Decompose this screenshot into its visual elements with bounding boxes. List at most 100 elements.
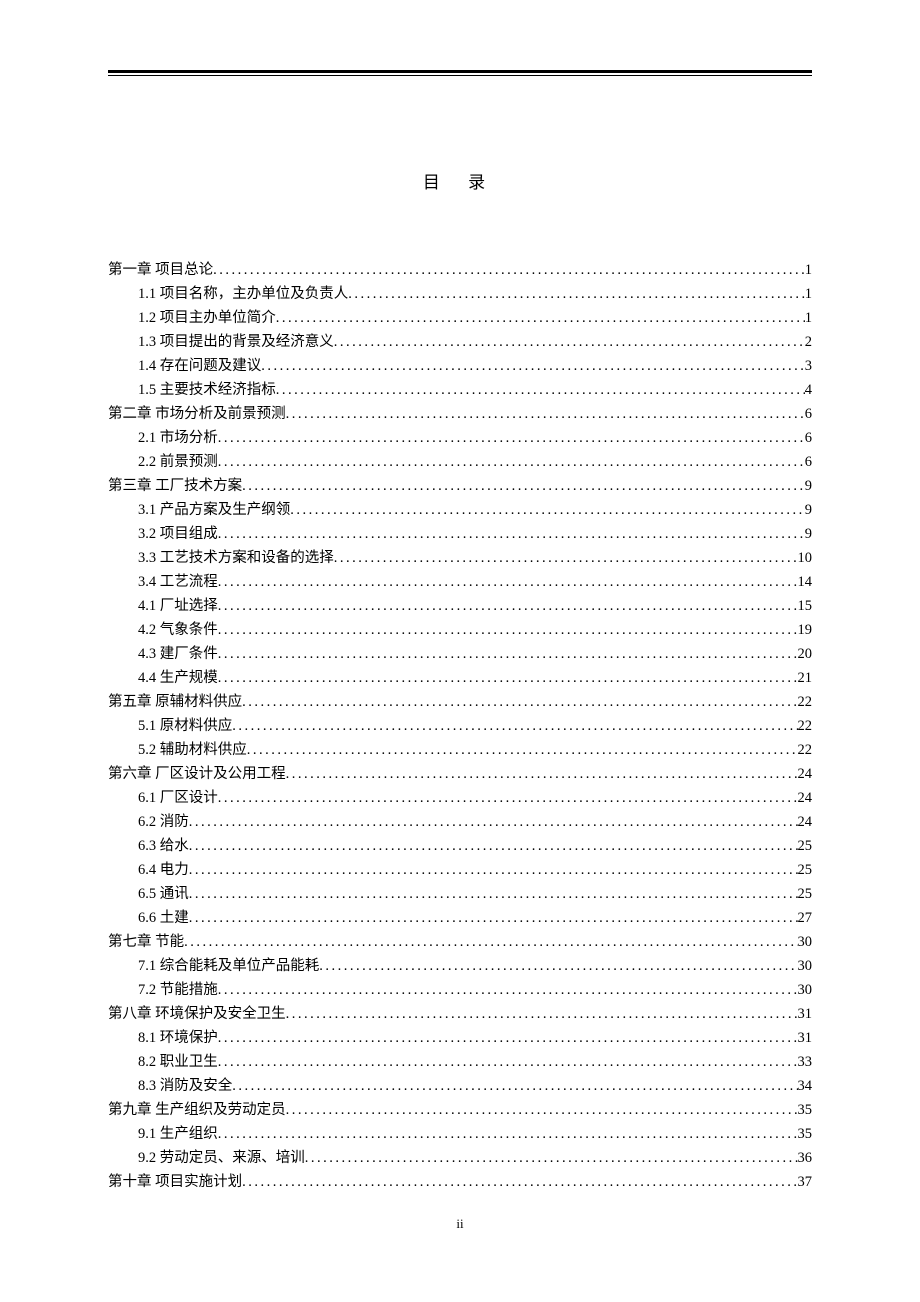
toc-entry-label[interactable]: 3.1 产品方案及生产纲领 bbox=[138, 503, 290, 518]
toc-entry-page[interactable]: 33 bbox=[798, 1055, 813, 1070]
toc-leader-dots bbox=[189, 815, 798, 830]
toc-entry: 1.1 项目名称，主办单位及负责人 1 bbox=[108, 287, 812, 302]
toc-entry-page[interactable]: 27 bbox=[798, 911, 813, 926]
toc-entry-label[interactable]: 第三章 工厂技术方案 bbox=[108, 479, 242, 494]
toc-entry-label[interactable]: 6.2 消防 bbox=[138, 815, 189, 830]
toc-entry-page[interactable]: 9 bbox=[805, 503, 812, 518]
toc-entry-label[interactable]: 6.1 厂区设计 bbox=[138, 791, 218, 806]
toc-entry-page[interactable]: 20 bbox=[798, 647, 813, 662]
toc-entry-page[interactable]: 22 bbox=[798, 695, 813, 710]
table-of-contents: 第一章 项目总论 11.1 项目名称，主办单位及负责人 11.2 项目主办单位简… bbox=[108, 263, 812, 1190]
toc-entry-page[interactable]: 30 bbox=[798, 959, 813, 974]
toc-entry-page[interactable]: 22 bbox=[798, 743, 813, 758]
toc-entry-label[interactable]: 9.2 劳动定员、来源、培训 bbox=[138, 1151, 305, 1166]
toc-entry-label[interactable]: 4.1 厂址选择 bbox=[138, 599, 218, 614]
toc-entry-page[interactable]: 6 bbox=[805, 431, 812, 446]
toc-entry-label[interactable]: 1.2 项目主办单位简介 bbox=[138, 311, 276, 326]
toc-leader-dots bbox=[305, 1151, 798, 1166]
toc-entry-label[interactable]: 第五章 原辅材料供应 bbox=[108, 695, 242, 710]
toc-entry-label[interactable]: 6.6 土建 bbox=[138, 911, 189, 926]
toc-entry-label[interactable]: 6.5 通讯 bbox=[138, 887, 189, 902]
toc-entry: 9.2 劳动定员、来源、培训 36 bbox=[108, 1151, 812, 1166]
toc-entry-page[interactable]: 4 bbox=[805, 383, 812, 398]
toc-entry-label[interactable]: 第七章 节能 bbox=[108, 935, 184, 950]
toc-entry-page[interactable]: 21 bbox=[798, 671, 813, 686]
toc-entry-page[interactable]: 2 bbox=[805, 335, 812, 350]
toc-entry-page[interactable]: 9 bbox=[805, 527, 812, 542]
toc-entry-page[interactable]: 6 bbox=[805, 455, 812, 470]
toc-entry-page[interactable]: 24 bbox=[798, 767, 813, 782]
toc-entry-label[interactable]: 第二章 市场分析及前景预测 bbox=[108, 407, 286, 422]
toc-entry-page[interactable]: 14 bbox=[798, 575, 813, 590]
toc-entry-label[interactable]: 3.2 项目组成 bbox=[138, 527, 218, 542]
toc-entry-label[interactable]: 第八章 环境保护及安全卫生 bbox=[108, 1007, 286, 1022]
toc-entry-label[interactable]: 3.4 工艺流程 bbox=[138, 575, 218, 590]
toc-entry-page[interactable]: 31 bbox=[798, 1007, 813, 1022]
toc-entry: 8.1 环境保护 31 bbox=[108, 1031, 812, 1046]
toc-entry-label[interactable]: 1.4 存在问题及建议 bbox=[138, 359, 261, 374]
toc-entry-page[interactable]: 6 bbox=[805, 407, 812, 422]
toc-entry-label[interactable]: 8.2 职业卫生 bbox=[138, 1055, 218, 1070]
toc-entry-label[interactable]: 1.5 主要技术经济指标 bbox=[138, 383, 276, 398]
toc-entry-page[interactable]: 24 bbox=[798, 791, 813, 806]
toc-entry-label[interactable]: 3.3 工艺技术方案和设备的选择 bbox=[138, 551, 334, 566]
toc-entry-page[interactable]: 22 bbox=[798, 719, 813, 734]
toc-entry-label[interactable]: 7.1 综合能耗及单位产品能耗 bbox=[138, 959, 319, 974]
toc-entry-page[interactable]: 25 bbox=[798, 887, 813, 902]
toc-entry: 第二章 市场分析及前景预测 6 bbox=[108, 407, 812, 422]
toc-entry-page[interactable]: 1 bbox=[805, 311, 812, 326]
toc-entry-label[interactable]: 4.3 建厂条件 bbox=[138, 647, 218, 662]
toc-entry-label[interactable]: 8.3 消防及安全 bbox=[138, 1079, 232, 1094]
toc-entry: 7.1 综合能耗及单位产品能耗 30 bbox=[108, 959, 812, 974]
toc-entry-label[interactable]: 7.2 节能措施 bbox=[138, 983, 218, 998]
toc-entry-page[interactable]: 15 bbox=[798, 599, 813, 614]
toc-entry-page[interactable]: 25 bbox=[798, 863, 813, 878]
toc-entry-label[interactable]: 1.1 项目名称，主办单位及负责人 bbox=[138, 287, 348, 302]
toc-entry: 第六章 厂区设计及公用工程 24 bbox=[108, 767, 812, 782]
toc-entry-page[interactable]: 24 bbox=[798, 815, 813, 830]
toc-entry-page[interactable]: 37 bbox=[798, 1175, 813, 1190]
toc-entry-page[interactable]: 35 bbox=[798, 1103, 813, 1118]
toc-entry-label[interactable]: 6.3 给水 bbox=[138, 839, 189, 854]
toc-entry: 9.1 生产组织 35 bbox=[108, 1127, 812, 1142]
toc-entry-page[interactable]: 36 bbox=[798, 1151, 813, 1166]
toc-entry-page[interactable]: 9 bbox=[805, 479, 812, 494]
toc-leader-dots bbox=[319, 959, 797, 974]
toc-leader-dots bbox=[286, 767, 798, 782]
header-rule-thin bbox=[108, 75, 812, 76]
toc-leader-dots bbox=[276, 311, 805, 326]
toc-entry-page[interactable]: 1 bbox=[805, 287, 812, 302]
toc-entry-page[interactable]: 25 bbox=[798, 839, 813, 854]
toc-entry-label[interactable]: 6.4 电力 bbox=[138, 863, 189, 878]
toc-entry-page[interactable]: 30 bbox=[798, 983, 813, 998]
toc-entry: 1.4 存在问题及建议 3 bbox=[108, 359, 812, 374]
toc-entry-label[interactable]: 9.1 生产组织 bbox=[138, 1127, 218, 1142]
toc-entry-page[interactable]: 10 bbox=[798, 551, 813, 566]
toc-entry-page[interactable]: 35 bbox=[798, 1127, 813, 1142]
toc-entry-page[interactable]: 3 bbox=[805, 359, 812, 374]
toc-entry-label[interactable]: 5.2 辅助材料供应 bbox=[138, 743, 247, 758]
toc-leader-dots bbox=[218, 455, 805, 470]
toc-entry-label[interactable]: 2.1 市场分析 bbox=[138, 431, 218, 446]
toc-entry: 3.1 产品方案及生产纲领 9 bbox=[108, 503, 812, 518]
toc-entry-label[interactable]: 2.2 前景预测 bbox=[138, 455, 218, 470]
toc-leader-dots bbox=[218, 1127, 798, 1142]
toc-leader-dots bbox=[218, 647, 798, 662]
toc-entry-page[interactable]: 19 bbox=[798, 623, 813, 638]
toc-entry-label[interactable]: 第九章 生产组织及劳动定员 bbox=[108, 1103, 286, 1118]
toc-entry-page[interactable]: 30 bbox=[798, 935, 813, 950]
toc-entry-label[interactable]: 5.1 原材料供应 bbox=[138, 719, 232, 734]
toc-entry-page[interactable]: 31 bbox=[798, 1031, 813, 1046]
toc-entry-page[interactable]: 34 bbox=[798, 1079, 813, 1094]
toc-leader-dots bbox=[348, 287, 805, 302]
toc-entry-page[interactable]: 1 bbox=[805, 263, 812, 278]
toc-entry-label[interactable]: 第六章 厂区设计及公用工程 bbox=[108, 767, 286, 782]
toc-entry-label[interactable]: 第十章 项目实施计划 bbox=[108, 1175, 242, 1190]
toc-entry: 第十章 项目实施计划 37 bbox=[108, 1175, 812, 1190]
toc-entry-label[interactable]: 4.2 气象条件 bbox=[138, 623, 218, 638]
toc-entry: 6.1 厂区设计 24 bbox=[108, 791, 812, 806]
toc-entry-label[interactable]: 4.4 生产规模 bbox=[138, 671, 218, 686]
toc-entry-label[interactable]: 8.1 环境保护 bbox=[138, 1031, 218, 1046]
toc-entry-label[interactable]: 第一章 项目总论 bbox=[108, 263, 213, 278]
toc-entry-label[interactable]: 1.3 项目提出的背景及经济意义 bbox=[138, 335, 334, 350]
